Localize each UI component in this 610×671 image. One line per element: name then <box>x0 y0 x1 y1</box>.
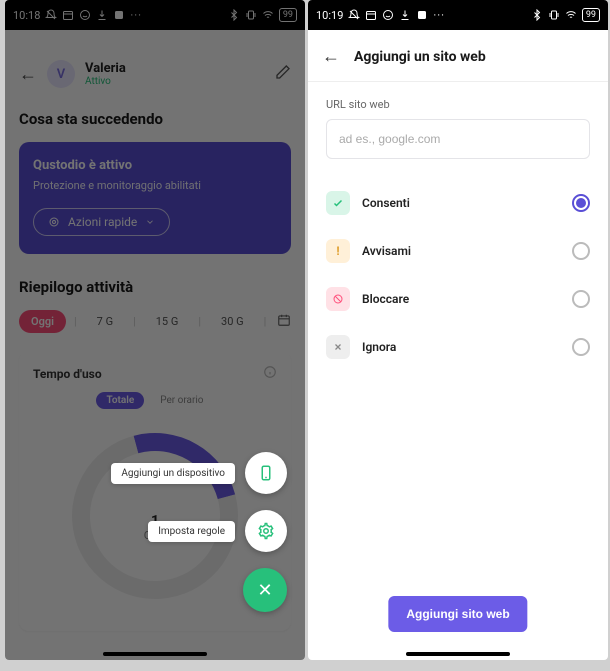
option-label: Avvisami <box>362 244 560 258</box>
option-alert[interactable]: ! Avvisami <box>308 227 608 275</box>
status-bar: 10:18 ··· <box>5 0 305 30</box>
calendar-icon <box>365 9 377 21</box>
fab-add-device[interactable] <box>245 452 287 494</box>
option-label: Bloccare <box>362 292 560 306</box>
whatsapp-icon <box>382 9 394 21</box>
more-icon: ··· <box>130 9 142 22</box>
phone-icon <box>257 464 275 482</box>
nav-indicator <box>103 652 207 656</box>
vibrate-icon <box>548 9 560 21</box>
whatsapp-icon <box>79 9 91 21</box>
calendar-picker-icon[interactable] <box>277 313 291 331</box>
allow-icon <box>326 191 350 215</box>
quick-actions-button[interactable]: Azioni rapide <box>33 208 170 236</box>
user-status: Attivo <box>85 76 126 87</box>
gear-icon <box>257 522 275 540</box>
fab-close[interactable]: ✕ <box>243 568 287 612</box>
add-website-button[interactable]: Aggiungi sito web <box>388 596 527 632</box>
whats-happening-title: Cosa sta succedendo <box>19 110 291 128</box>
nav-indicator <box>406 652 510 656</box>
fab-add-device-label: Aggiungi un dispositivo <box>111 463 235 484</box>
usage-title: Tempo d'uso <box>33 367 102 381</box>
edit-icon[interactable] <box>275 64 291 84</box>
bell-off-icon <box>45 9 57 21</box>
option-block[interactable]: Bloccare <box>308 275 608 323</box>
status-card: Qustodio è attivo Protezione e monitorag… <box>19 142 291 254</box>
vibrate-icon <box>245 9 257 21</box>
status-time: 10:18 <box>13 9 40 22</box>
download-icon <box>96 9 108 21</box>
ignore-icon <box>326 335 350 359</box>
wifi-icon <box>262 9 274 21</box>
back-icon[interactable]: ← <box>322 46 340 67</box>
option-ignore[interactable]: Ignora <box>308 323 608 371</box>
bluetooth-icon <box>228 9 240 21</box>
fab-set-rules-label: Imposta regole <box>148 521 235 542</box>
seg-total[interactable]: Totale <box>96 392 144 409</box>
radio[interactable] <box>572 338 590 356</box>
more-icon: ··· <box>433 9 445 22</box>
back-icon[interactable]: ← <box>19 64 37 85</box>
battery-icon: 99 <box>582 8 600 22</box>
wifi-icon <box>565 9 577 21</box>
status-time: 10:19 <box>316 9 343 22</box>
bell-off-icon <box>348 9 360 21</box>
status-card-subtitle: Protezione e monitoraggio abilitati <box>33 179 277 192</box>
range-7d[interactable]: 7 G <box>85 310 125 333</box>
page-title: Aggiungi un sito web <box>354 49 486 65</box>
user-name: Valeria <box>85 61 126 76</box>
chevron-down-icon <box>145 217 155 227</box>
app-icon <box>113 9 125 21</box>
status-card-title: Qustodio è attivo <box>33 158 277 173</box>
range-30d[interactable]: 30 G <box>209 310 256 333</box>
alert-icon: ! <box>326 239 350 263</box>
bluetooth-icon <box>531 9 543 21</box>
radio[interactable] <box>572 242 590 260</box>
seg-schedule[interactable]: Per orario <box>150 392 213 409</box>
option-allow[interactable]: Consenti <box>308 179 608 227</box>
date-range-row: Oggi | 7 G | 15 G | 30 G | <box>19 310 291 333</box>
url-input[interactable] <box>326 119 590 159</box>
status-bar: 10:19 ··· 99 <box>308 0 608 30</box>
calendar-icon <box>62 9 74 21</box>
block-icon <box>326 287 350 311</box>
close-icon: ✕ <box>257 580 272 601</box>
url-field-label: URL sito web <box>326 98 590 111</box>
right-phone: 10:19 ··· 99 ← Aggiungi un sito web URL … <box>308 0 608 660</box>
app-icon <box>416 9 428 21</box>
download-icon <box>399 9 411 21</box>
quick-actions-label: Azioni rapide <box>68 215 137 229</box>
fab-set-rules[interactable] <box>245 510 287 552</box>
option-label: Ignora <box>362 340 560 354</box>
target-icon <box>48 216 60 228</box>
info-icon[interactable] <box>263 365 277 382</box>
battery-icon: 99 <box>279 8 297 22</box>
option-label: Consenti <box>362 196 560 210</box>
activity-summary-title: Riepilogo attività <box>19 278 291 296</box>
page-header: ← Aggiungi un sito web <box>308 30 608 81</box>
range-15d[interactable]: 15 G <box>144 310 191 333</box>
radio[interactable] <box>572 194 590 212</box>
option-list: Consenti! Avvisami Bloccare Ignora <box>308 179 608 371</box>
avatar[interactable]: V <box>47 60 75 88</box>
range-today[interactable]: Oggi <box>19 310 66 333</box>
left-phone: 10:18 ··· <box>5 0 305 660</box>
radio[interactable] <box>572 290 590 308</box>
